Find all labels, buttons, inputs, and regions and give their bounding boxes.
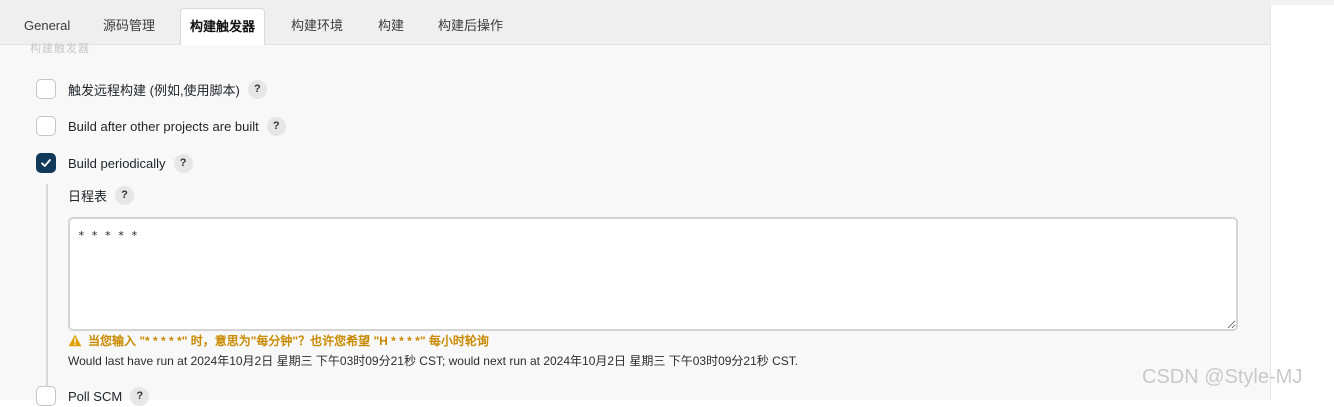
nested-section-line — [46, 184, 48, 400]
trigger-after-other-row: Build after other projects are built ? — [36, 115, 286, 137]
schedule-run-info: Would last have run at 2024年10月2日 星期三 下午… — [68, 353, 799, 368]
trigger-poll-scm-checkbox[interactable] — [36, 386, 56, 406]
schedule-label-row: 日程表 ? — [68, 184, 135, 206]
trigger-poll-scm-label[interactable]: Poll SCM — [68, 389, 122, 404]
trigger-periodically-checkbox[interactable] — [36, 153, 56, 173]
trigger-after-other-checkbox[interactable] — [36, 116, 56, 136]
schedule-warning: 当您输入 "* * * * *" 时，意思为"每分钟"？也许您希望 "H * *… — [68, 332, 489, 348]
help-icon[interactable]: ? — [130, 386, 150, 406]
schedule-textarea[interactable] — [68, 217, 1238, 331]
page-top-strip — [1270, 0, 1334, 5]
trigger-periodically-label[interactable]: Build periodically — [68, 156, 166, 171]
tab-bar: General 源码管理 构建触发器 构建环境 构建 构建后操作 — [0, 0, 1270, 45]
help-icon[interactable]: ? — [173, 153, 193, 173]
help-icon[interactable]: ? — [115, 185, 135, 205]
tab-post-build[interactable]: 构建后操作 — [438, 0, 503, 44]
help-icon[interactable]: ? — [247, 79, 267, 99]
tab-build[interactable]: 构建 — [378, 0, 404, 44]
tab-build-triggers[interactable]: 构建触发器 — [180, 8, 266, 45]
trigger-remote-row: 触发远程构建 (例如,使用脚本) ? — [36, 78, 267, 100]
checkmark-icon — [41, 159, 51, 167]
section-heading-clipped: 构建触发器 — [30, 43, 90, 55]
trigger-periodically-row: Build periodically ? — [36, 152, 193, 174]
watermark: CSDN @Style-MJ — [1142, 366, 1303, 388]
trigger-after-other-label[interactable]: Build after other projects are built — [68, 119, 259, 134]
trigger-remote-label[interactable]: 触发远程构建 (例如,使用脚本) — [68, 80, 240, 99]
tab-source-control[interactable]: 源码管理 — [103, 0, 155, 44]
tab-build-environment[interactable]: 构建环境 — [291, 0, 343, 44]
schedule-warning-text: 当您输入 "* * * * *" 时，意思为"每分钟"？也许您希望 "H * *… — [88, 333, 489, 348]
trigger-remote-checkbox[interactable] — [36, 79, 56, 99]
trigger-poll-scm-row: Poll SCM ? — [36, 385, 150, 407]
help-icon[interactable]: ? — [266, 116, 286, 136]
tab-general[interactable]: General — [24, 0, 70, 44]
schedule-label: 日程表 — [68, 188, 108, 204]
warning-icon — [68, 334, 82, 346]
